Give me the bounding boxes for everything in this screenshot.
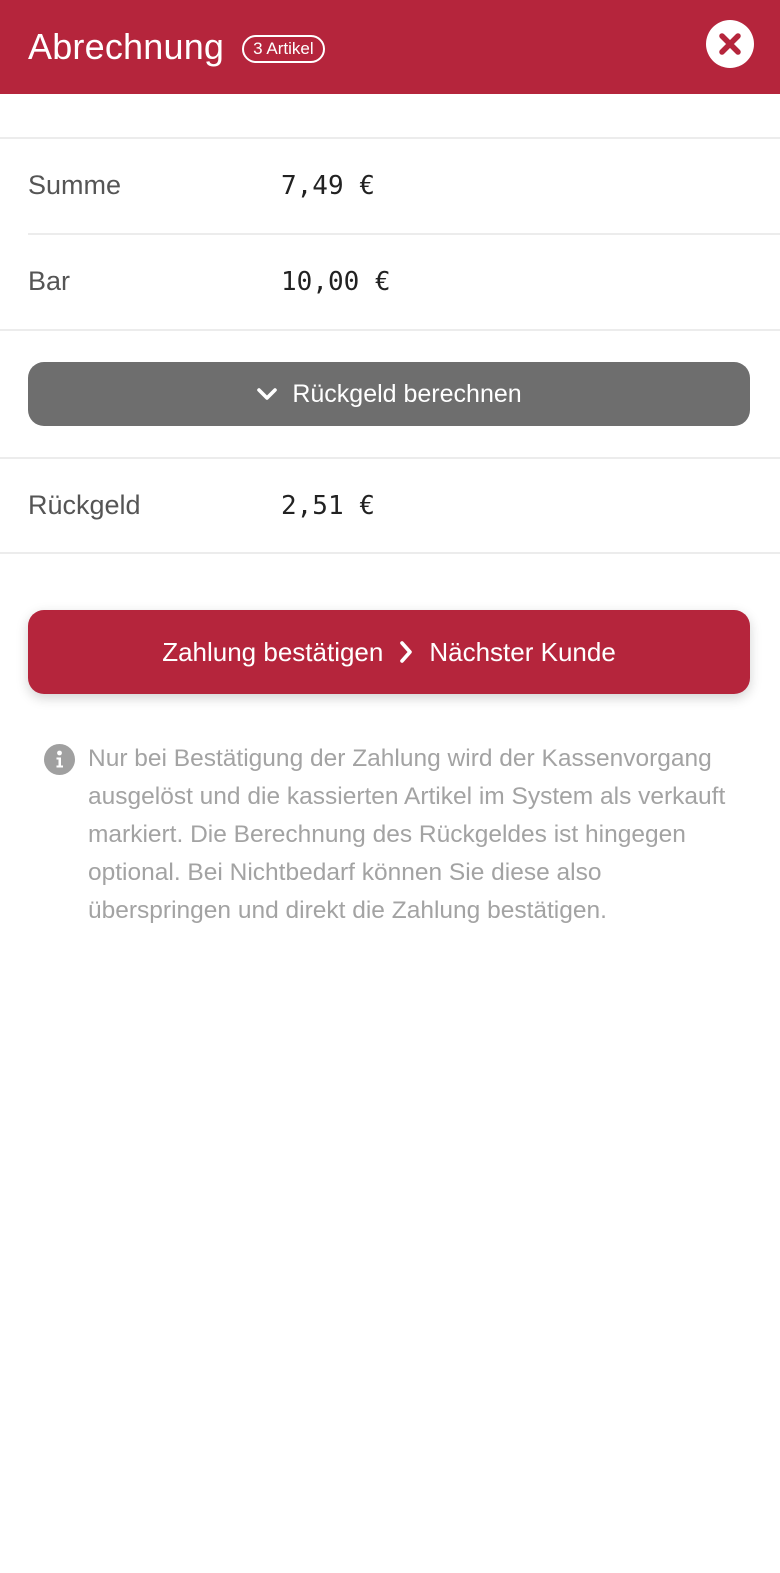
total-label: Summe: [28, 170, 122, 200]
cash-value[interactable]: 10,00 €: [281, 267, 391, 297]
total-value: 7,49 €: [281, 170, 375, 201]
chevron-right-icon: [400, 641, 413, 663]
item-count-badge: 3 Artikel: [242, 35, 325, 63]
divider: [0, 329, 780, 331]
cash-row[interactable]: Bar 10,00 €: [28, 234, 780, 329]
change-row: Rückgeld 2,51 €: [28, 458, 780, 553]
info-text: Nur bei Bestätigung der Zahlung wird der…: [88, 745, 726, 924]
total-row: Summe 7,49 €: [28, 138, 780, 233]
confirm-payment-label: Zahlung bestätigen: [162, 636, 384, 667]
change-value: 2,51 €: [281, 490, 375, 521]
info-icon: [44, 744, 75, 775]
next-customer-label: Nächster Kunde: [429, 636, 616, 667]
calculate-change-button[interactable]: Rückgeld berechnen: [28, 362, 750, 426]
chevron-down-icon: [257, 388, 278, 400]
divider: [0, 552, 780, 554]
info-note: Nur bei Bestätigung der Zahlung wird der…: [44, 740, 744, 930]
cash-label: Bar: [28, 266, 71, 296]
calculate-change-label: Rückgeld berechnen: [292, 379, 522, 408]
close-button[interactable]: [706, 20, 754, 68]
app-header: Abrechnung 3 Artikel: [0, 0, 780, 94]
page-title: Abrechnung: [28, 26, 225, 67]
change-label: Rückgeld: [28, 490, 141, 520]
close-icon: [719, 33, 741, 55]
confirm-payment-button[interactable]: Zahlung bestätigen Nächster Kunde: [28, 610, 750, 694]
